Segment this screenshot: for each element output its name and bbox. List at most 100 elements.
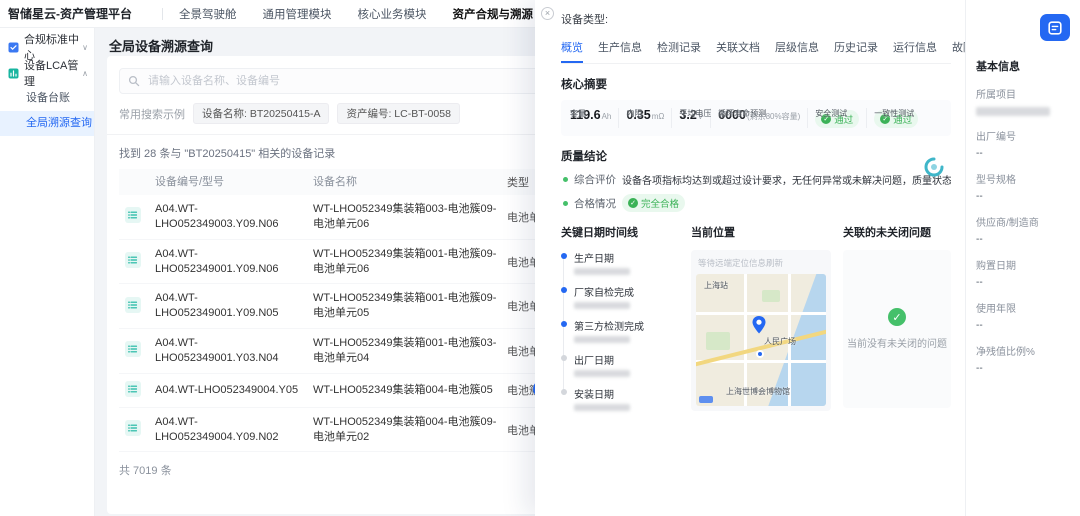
topnav-divider (162, 8, 163, 20)
column-header-code[interactable]: 设备编号/型号 (155, 175, 313, 190)
basic-info-title: 基本信息 (976, 58, 1070, 74)
device-code: A04.WT-LHO052349001.Y03.N04 (155, 336, 313, 366)
map-park (706, 332, 730, 350)
map-park (762, 290, 780, 302)
timeline-dot-done (561, 321, 567, 327)
device-code: A04.WT-LHO052349004.Y09.N02 (155, 415, 313, 445)
location-column: 当前位置 等待远端定位信息刷新 上海站 人民广场 上海世博会 (691, 224, 831, 420)
timeline-dot-pending (561, 389, 567, 395)
drawer-tabs: 概览 生产信息 检测记录 关联文档 层级信息 历史记录 运行信息 故障预警 (561, 39, 951, 64)
redacted-date (574, 302, 630, 309)
device-list-icon (125, 420, 141, 436)
timeline-dot-done (561, 253, 567, 259)
field-label-model-spec: 型号规格 (976, 171, 1070, 186)
timeline-title: 关键日期时间线 (561, 224, 679, 240)
tab-inspection-records[interactable]: 检测记录 (657, 39, 701, 63)
device-code: A04.WT-LHO052349003.Y09.N06 (155, 202, 313, 232)
issues-title: 关联的未关闭问题 (843, 224, 951, 240)
field-value-factory-no: -- (976, 148, 1070, 159)
map-label: 人民广场 (764, 336, 796, 347)
redacted-date (574, 268, 630, 275)
sidebar-item-global-trace-query[interactable]: 全局溯源查询 (0, 111, 94, 136)
decorative-swirl-graphic (923, 156, 945, 183)
chevron-down-icon: ∨ (82, 43, 88, 52)
sidebar-group-lca[interactable]: 设备LCA管理 ∧ (0, 60, 94, 86)
search-examples-label: 常用搜索示例 (119, 106, 185, 122)
nav-item-general-management[interactable]: 通用管理模块 (263, 6, 332, 22)
tab-overview[interactable]: 概览 (561, 39, 583, 63)
metric-safety-test: 安全测试 ✓通过 (807, 108, 866, 128)
device-name: WT-LHO052349集装箱001-电池簇09-电池单元06 (313, 247, 507, 277)
tab-history[interactable]: 历史记录 (834, 39, 878, 63)
basic-info-panel: 基本信息 所属项目 出厂编号 -- 型号规格 -- 供应商/制造商 -- 购置日… (965, 0, 1080, 516)
redacted-date (574, 404, 630, 411)
timeline-event: 出厂日期 (574, 352, 679, 377)
close-icon[interactable]: × (541, 7, 554, 20)
tab-related-docs[interactable]: 关联文档 (716, 39, 760, 63)
timeline-event: 生产日期 (574, 250, 679, 275)
nav-item-core-business[interactable]: 核心业务模块 (358, 6, 427, 22)
quality-pass-row: 合格情况 ✓完全合格 (563, 194, 951, 212)
map-logo (699, 396, 713, 403)
location-pin-icon (752, 316, 766, 339)
assistant-icon (1048, 21, 1062, 35)
device-lca-icon (8, 68, 19, 79)
nav-item-dashboard[interactable]: 全景驾驶舱 (179, 6, 237, 22)
redacted-date (574, 370, 630, 377)
device-code: A04.WT-LHO052349001.Y09.N05 (155, 291, 313, 321)
top-nav: 全景驾驶舱 通用管理模块 核心业务模块 资产合规与溯源 (179, 6, 533, 22)
device-detail-drawer: × 设备类型: 概览 生产信息 检测记录 关联文档 层级信息 历史记录 运行信息… (535, 0, 965, 516)
sidebar-group-label: 设备LCA管理 (24, 57, 82, 89)
metric-consistency-test: 一致性测试 ✓通过 (866, 108, 925, 128)
device-list-icon (125, 341, 141, 357)
timeline-dot-pending (561, 355, 567, 361)
field-value-model-spec: -- (976, 191, 1070, 202)
field-label-service-life: 使用年限 (976, 300, 1070, 315)
location-title: 当前位置 (691, 224, 831, 240)
field-label-project: 所属项目 (976, 86, 1070, 101)
field-value-service-life: -- (976, 320, 1070, 331)
open-issues-card: ✓ 当前没有未关闭的问题 (843, 250, 951, 408)
field-value-residual-ratio: -- (976, 363, 1070, 374)
map-thumbnail[interactable]: 上海站 人民广场 上海世博会博物馆 (696, 274, 826, 406)
tab-production-info[interactable]: 生产信息 (598, 39, 642, 63)
device-type-label: 设备类型: (561, 11, 965, 27)
metric-capacity: 容量 119.6Ah (563, 108, 618, 128)
field-label-supplier: 供应商/制造商 (976, 214, 1070, 229)
chevron-up-icon: ∧ (82, 69, 88, 78)
key-date-timeline: 生产日期 厂家自检完成 第三方检测完成 (561, 250, 679, 411)
bullet-dot (563, 201, 568, 206)
search-example-tag-device-name[interactable]: 设备名称: BT20250415-A (193, 103, 329, 124)
device-list-icon (125, 252, 141, 268)
device-code: A04.WT-LHO052349001.Y09.N06 (155, 247, 313, 277)
map-label: 上海站 (704, 280, 728, 291)
device-name: WT-LHO052349集装箱004-电池簇05 (313, 383, 507, 398)
column-header-name[interactable]: 设备名称 (313, 175, 507, 190)
field-value-purchase-date: -- (976, 277, 1070, 288)
tab-runtime-info[interactable]: 运行信息 (893, 39, 937, 63)
issues-column: 关联的未关闭问题 ✓ 当前没有未关闭的问题 (843, 224, 951, 420)
core-metrics: 容量 119.6Ah 内阻 0.35mΩ 平均电压 3.2V 循环寿命预测 60… (561, 100, 951, 136)
search-icon (128, 75, 140, 87)
device-list-icon (125, 297, 141, 313)
core-summary-title: 核心摘要 (561, 76, 951, 92)
field-label-factory-no: 出厂编号 (976, 128, 1070, 143)
bullet-dot (563, 177, 568, 182)
redacted-date (574, 336, 630, 343)
quality-overall-row: 综合评价 设备各项指标均达到或超过设计要求，无任何异常或未解决问题，质量状态优良… (563, 172, 951, 187)
app-root: 智储星云-资产管理平台 全景驾驶舱 通用管理模块 核心业务模块 资产合规与溯源 … (0, 0, 1080, 516)
search-example-tag-asset-no[interactable]: 资产编号: LC-BT-0058 (337, 103, 459, 124)
tab-hierarchy-info[interactable]: 层级信息 (775, 39, 819, 63)
map-label: 上海世博会博物馆 (726, 386, 790, 397)
timeline-event: 第三方检测完成 (574, 318, 679, 343)
metric-average-voltage: 平均电压 3.2V (671, 108, 710, 128)
check-icon: ✓ (628, 198, 638, 208)
metric-cycle-life: 循环寿命预测 6000(剩余80%容量) (710, 108, 807, 128)
map-road (696, 312, 826, 315)
device-list-icon (125, 207, 141, 223)
timeline-event: 安装日期 (574, 386, 679, 411)
assistant-button[interactable] (1040, 14, 1070, 41)
field-label-purchase-date: 购置日期 (976, 257, 1070, 272)
sidebar-item-device-ledger[interactable]: 设备台账 (0, 86, 94, 111)
nav-item-asset-compliance[interactable]: 资产合规与溯源 (453, 6, 534, 22)
